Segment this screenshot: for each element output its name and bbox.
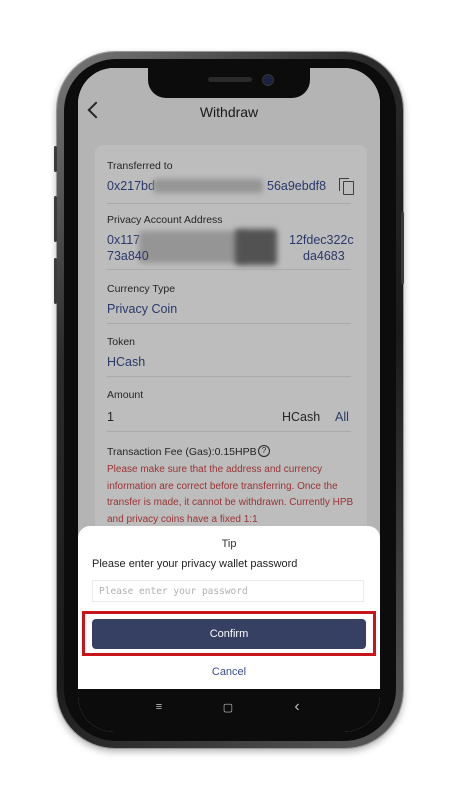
password-dialog: Tip Please enter your privacy wallet pas… xyxy=(78,526,380,689)
menu-icon[interactable]: ≡ xyxy=(149,701,169,717)
phone-action-button xyxy=(54,146,57,172)
dialog-prompt: Please enter your privacy wallet passwor… xyxy=(92,558,298,570)
front-camera xyxy=(262,74,274,86)
dialog-title: Tip xyxy=(221,538,237,550)
home-icon[interactable]: ▢ xyxy=(218,701,238,717)
phone-volume-up-button xyxy=(54,196,57,242)
confirm-button[interactable]: Confirm xyxy=(92,619,366,649)
back-icon[interactable]: ‹ xyxy=(287,698,307,715)
phone-volume-down-button xyxy=(54,258,57,304)
speaker-grille xyxy=(208,77,252,82)
phone-notch xyxy=(148,68,310,98)
password-input[interactable] xyxy=(92,580,364,602)
phone-power-button xyxy=(401,212,404,284)
phone-screen: Withdraw Transferred to 0x217bd 56a9ebdf… xyxy=(78,68,380,732)
android-nav-bar: ≡ ▢ ‹ xyxy=(78,689,380,732)
cancel-button[interactable]: Cancel xyxy=(78,666,380,678)
